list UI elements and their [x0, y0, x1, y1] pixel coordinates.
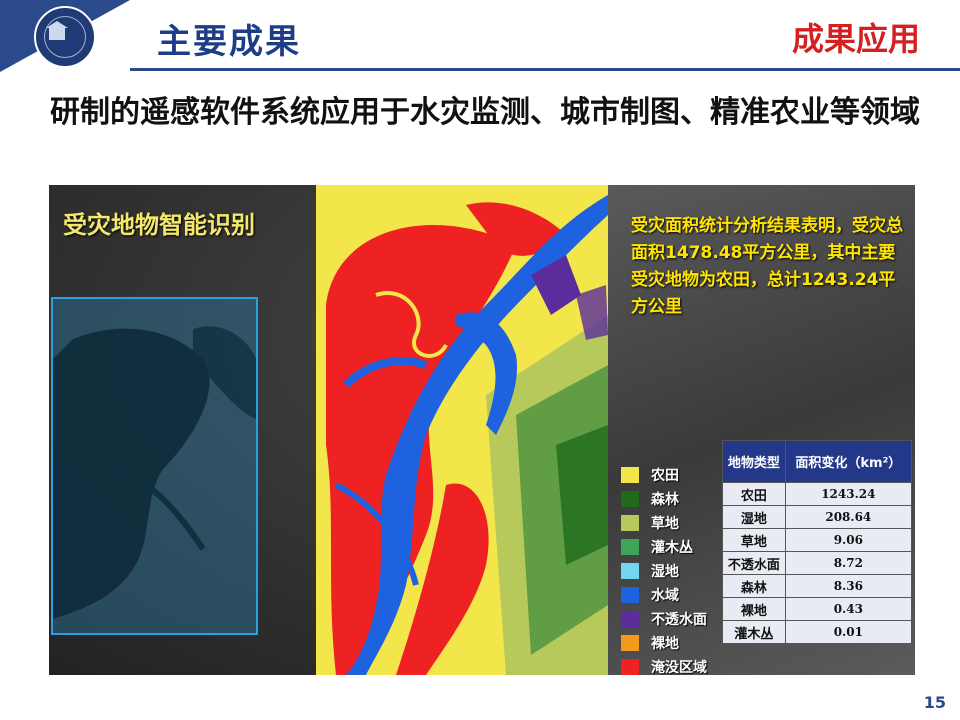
legend-item: 农田 [621, 463, 707, 487]
legend-label: 裸地 [651, 636, 679, 652]
legend-item: 淹没区域 [621, 655, 707, 675]
map-legend: 农田 森林 草地 灌木丛 湿地 水域 不透水面 裸地 淹没区域 [621, 463, 707, 675]
table-cell-type: 不透水面 [722, 551, 786, 575]
legend-label: 草地 [651, 516, 679, 532]
table-cell-area: 8.36 [784, 574, 913, 598]
table-cell-area: 208.64 [784, 505, 913, 529]
table-row: 不透水面 8.72 [722, 551, 913, 575]
table-cell-area: 0.43 [784, 597, 913, 621]
table-row: 灌木丛 0.01 [722, 620, 913, 644]
legend-label: 水域 [651, 588, 679, 604]
legend-swatch [621, 659, 639, 675]
table-row: 裸地 0.43 [722, 597, 913, 621]
legend-label: 森林 [651, 492, 679, 508]
table-cell-type: 森林 [722, 574, 786, 598]
legend-swatch [621, 491, 639, 507]
section-tag: 成果应用 [791, 20, 920, 58]
table-cell-area: 9.06 [784, 528, 913, 552]
legend-label: 湿地 [651, 564, 679, 580]
logo-building [49, 28, 65, 40]
table-cell-type: 农田 [722, 482, 786, 506]
legend-item: 草地 [621, 511, 707, 535]
logo-building-roof [46, 21, 68, 28]
legend-label: 不透水面 [651, 612, 707, 628]
page-number: 15 [923, 693, 946, 712]
legend-swatch [621, 515, 639, 531]
column-header-type: 地物类型 [722, 440, 786, 483]
legend-swatch [621, 635, 639, 651]
column-header-area: 面积变化（km²） [784, 440, 913, 483]
sar-flood-extent [53, 326, 256, 619]
flood-mapping-figure: 受灾地物智能识别 受灾面积统计分析结果表明，受灾总面积1478.48平方公里，其… [49, 185, 915, 675]
legend-item: 森林 [621, 487, 707, 511]
area-statistics-table: 地物类型 面积变化（km²） 农田 1243.24 湿地 208.64 草地 9.06… [722, 440, 913, 644]
legend-swatch [621, 611, 639, 627]
table-row: 湿地 208.64 [722, 505, 913, 529]
panel-title: 受灾地物智能识别 [63, 211, 255, 239]
table-header-row: 地物类型 面积变化（km²） [722, 440, 913, 483]
legend-swatch [621, 587, 639, 603]
legend-swatch [621, 467, 639, 483]
legend-swatch [621, 539, 639, 555]
table-cell-type: 草地 [722, 528, 786, 552]
table-cell-type: 湿地 [722, 505, 786, 529]
table-row: 森林 8.36 [722, 574, 913, 598]
table-cell-type: 裸地 [722, 597, 786, 621]
classification-map [316, 185, 608, 675]
table-cell-area: 0.01 [784, 620, 913, 644]
sar-flood-detection-frame [51, 297, 258, 635]
legend-item: 裸地 [621, 631, 707, 655]
header-divider [130, 68, 960, 71]
page-title: 主要成果 [157, 22, 301, 62]
legend-label: 灌木丛 [651, 540, 693, 556]
legend-item: 水域 [621, 583, 707, 607]
legend-item: 灌木丛 [621, 535, 707, 559]
slide-subtitle: 研制的遥感软件系统应用于水灾监测、城市制图、精准农业等领域 [50, 95, 920, 130]
legend-label: 淹没区域 [651, 660, 707, 675]
table-cell-area: 1243.24 [784, 482, 913, 506]
table-row: 草地 9.06 [722, 528, 913, 552]
table-cell-area: 8.72 [784, 551, 913, 575]
university-logo [34, 6, 96, 68]
table-cell-type: 灌木丛 [722, 620, 786, 644]
legend-item: 湿地 [621, 559, 707, 583]
legend-item: 不透水面 [621, 607, 707, 631]
legend-swatch [621, 563, 639, 579]
result-summary-text: 受灾面积统计分析结果表明，受灾总面积1478.48平方公里，其中主要受灾地物为农… [631, 216, 903, 317]
table-row: 农田 1243.24 [722, 482, 913, 506]
legend-label: 农田 [651, 468, 679, 484]
